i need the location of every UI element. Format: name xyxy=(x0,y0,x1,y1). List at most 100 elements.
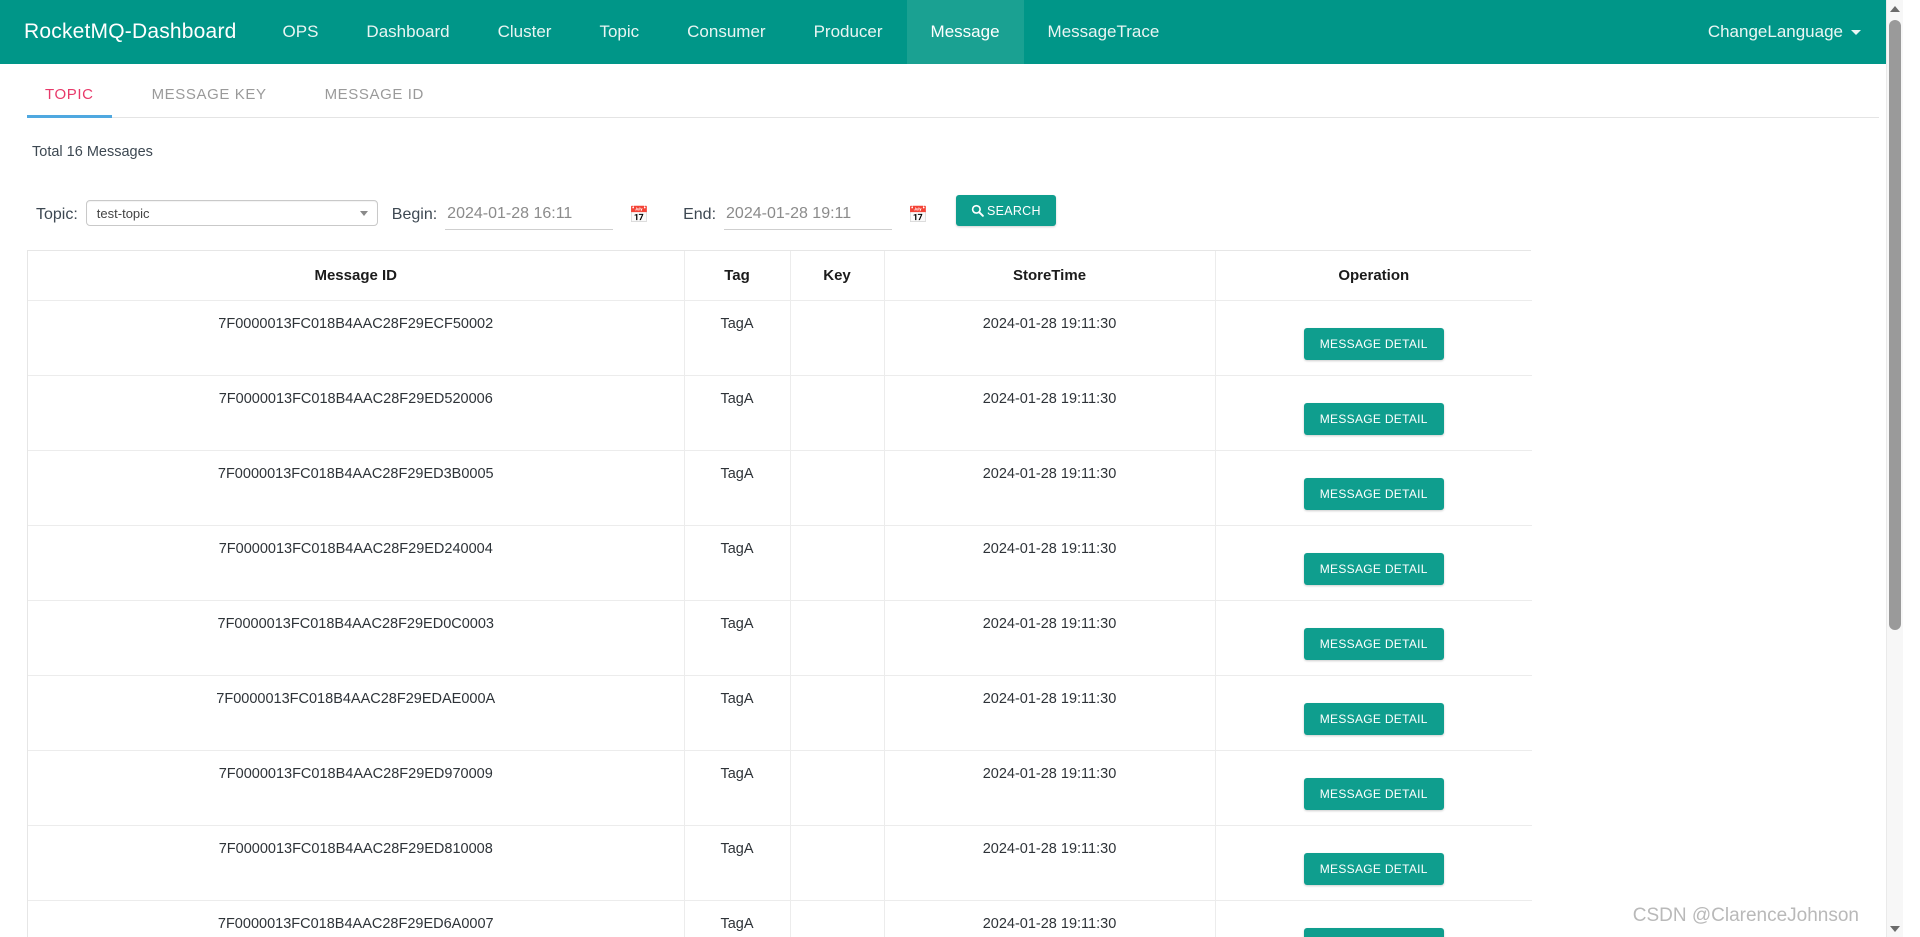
cell-operation: MESSAGE DETAIL xyxy=(1215,450,1532,526)
begin-label: Begin: xyxy=(391,206,438,223)
cell-message-id: 7F0000013FC018B4AAC28F29ED810008 xyxy=(28,825,685,901)
scroll-down-arrow-icon[interactable] xyxy=(1887,920,1903,937)
change-language-menu[interactable]: ChangeLanguage xyxy=(1708,22,1861,42)
table-row: 7F0000013FC018B4AAC28F29ED970009 TagA 2024… xyxy=(28,750,1532,826)
column-header-operation: Operation xyxy=(1215,251,1532,301)
cell-operation: MESSAGE DETAIL xyxy=(1215,300,1532,376)
cell-store-time: 2024-01-28 19:11:30 xyxy=(884,600,1216,676)
cell-store-time: 2024-01-28 19:11:30 xyxy=(884,750,1216,826)
cell-tag: TagA xyxy=(684,825,791,901)
top-navbar: RocketMQ-Dashboard OPS Dashboard Cluster To… xyxy=(0,0,1903,64)
watermark: CSDN @ClarenceJohnson xyxy=(1632,905,1859,926)
chevron-down-icon xyxy=(359,211,368,216)
message-detail-button[interactable]: MESSAGE DETAIL xyxy=(1303,778,1444,810)
nav-item-ops[interactable]: OPS xyxy=(259,0,343,64)
cell-message-id: 7F0000013FC018B4AAC28F29ED0C0003 xyxy=(28,600,685,676)
table-row: 7F0000013FC018B4AAC28F29ED240004 TagA 2024… xyxy=(28,525,1532,601)
cell-operation: MESSAGE DETAIL xyxy=(1215,600,1532,676)
message-detail-button[interactable]: MESSAGE DETAIL xyxy=(1303,928,1444,937)
nav-item-cluster[interactable]: Cluster xyxy=(474,0,576,64)
begin-date-input[interactable] xyxy=(445,205,614,230)
cell-message-id: 7F0000013FC018B4AAC28F29ED240004 xyxy=(28,525,685,601)
calendar-icon[interactable]: 📅 xyxy=(908,208,928,224)
search-icon xyxy=(971,204,984,217)
cell-store-time: 2024-01-28 19:11:30 xyxy=(884,525,1216,601)
message-table: Message ID Tag Key StoreTime Operation 7F000… xyxy=(28,251,1532,937)
column-header-tag: Tag xyxy=(684,251,791,301)
cell-message-id: 7F0000013FC018B4AAC28F29ED970009 xyxy=(28,750,685,826)
page-root: RocketMQ-Dashboard OPS Dashboard Cluster To… xyxy=(0,0,1903,937)
cell-key xyxy=(790,300,885,376)
table-row: 7F0000013FC018B4AAC28F29ED520006 TagA 2024… xyxy=(28,375,1532,451)
nav-items: OPS Dashboard Cluster Topic Consumer Producer… xyxy=(259,0,1184,64)
tab-bar: TOPIC MESSAGE KEY MESSAGE ID xyxy=(27,64,1879,118)
end-date-input[interactable] xyxy=(724,205,893,230)
chevron-down-icon xyxy=(1851,29,1861,35)
cell-operation: MESSAGE DETAIL xyxy=(1215,525,1532,601)
message-detail-button[interactable]: MESSAGE DETAIL xyxy=(1303,328,1444,360)
cell-store-time: 2024-01-28 19:11:30 xyxy=(884,300,1216,376)
scrollbar-thumb[interactable] xyxy=(1889,20,1901,630)
cell-tag: TagA xyxy=(684,300,791,376)
message-detail-button[interactable]: MESSAGE DETAIL xyxy=(1303,628,1444,660)
cell-tag: TagA xyxy=(684,375,791,451)
message-detail-button[interactable]: MESSAGE DETAIL xyxy=(1303,703,1444,735)
table-row: 7F0000013FC018B4AAC28F29ED810008 TagA 2024… xyxy=(28,825,1532,901)
table-row: 7F0000013FC018B4AAC28F29EDAE000A TagA 2024… xyxy=(28,675,1532,751)
vertical-scrollbar[interactable] xyxy=(1886,0,1903,937)
cell-key xyxy=(790,750,885,826)
cell-store-time: 2024-01-28 19:11:30 xyxy=(884,375,1216,451)
search-button-label: SEARCH xyxy=(986,203,1041,218)
message-detail-button[interactable]: MESSAGE DETAIL xyxy=(1303,553,1444,585)
cell-store-time: 2024-01-28 19:11:30 xyxy=(884,825,1216,901)
cell-operation: MESSAGE DETAIL xyxy=(1215,750,1532,826)
scroll-up-arrow-icon[interactable] xyxy=(1887,0,1903,17)
tab-message-id[interactable]: MESSAGE ID xyxy=(307,86,442,117)
topic-select[interactable]: test-topic xyxy=(85,200,378,226)
cell-message-id: 7F0000013FC018B4AAC28F29ED520006 xyxy=(28,375,685,451)
table-row: 7F0000013FC018B4AAC28F29ED3B0005 TagA 2024… xyxy=(28,450,1532,526)
navbar-right: ChangeLanguage xyxy=(1708,0,1861,64)
column-header-message-id: Message ID xyxy=(28,251,685,301)
cell-tag: TagA xyxy=(684,675,791,751)
nav-item-topic[interactable]: Topic xyxy=(575,0,663,64)
table-row: 7F0000013FC018B4AAC28F29ECF50002 TagA 2024… xyxy=(28,300,1532,376)
cell-store-time: 2024-01-28 19:11:30 xyxy=(884,900,1216,937)
cell-store-time: 2024-01-28 19:11:30 xyxy=(884,675,1216,751)
change-language-label: ChangeLanguage xyxy=(1707,22,1843,41)
topic-select-value: test-topic xyxy=(96,205,150,221)
cell-key xyxy=(790,675,885,751)
table-row: 7F0000013FC018B4AAC28F29ED0C0003 TagA 2024… xyxy=(28,600,1532,676)
cell-tag: TagA xyxy=(684,900,791,937)
table-head: Message ID Tag Key StoreTime Operation xyxy=(28,251,1532,301)
nav-item-producer[interactable]: Producer xyxy=(790,0,907,64)
topic-label: Topic: xyxy=(36,206,78,223)
brand-logo[interactable]: RocketMQ-Dashboard xyxy=(0,0,259,64)
cell-message-id: 7F0000013FC018B4AAC28F29ED6A0007 xyxy=(28,900,685,937)
cell-key xyxy=(790,600,885,676)
message-detail-button[interactable]: MESSAGE DETAIL xyxy=(1303,403,1444,435)
total-messages-label: Total 16 Messages xyxy=(32,144,153,160)
nav-item-consumer[interactable]: Consumer xyxy=(663,0,789,64)
message-detail-button[interactable]: MESSAGE DETAIL xyxy=(1303,853,1444,885)
tab-message-key[interactable]: MESSAGE KEY xyxy=(134,86,285,117)
nav-item-messagetrace[interactable]: MessageTrace xyxy=(1024,0,1184,64)
cell-operation: MESSAGE DETAIL xyxy=(1215,375,1532,451)
column-header-key: Key xyxy=(790,251,885,301)
cell-tag: TagA xyxy=(684,750,791,826)
table-body: 7F0000013FC018B4AAC28F29ECF50002 TagA 2024… xyxy=(28,300,1532,937)
calendar-icon[interactable]: 📅 xyxy=(629,208,649,224)
cell-operation: MESSAGE DETAIL xyxy=(1215,900,1532,937)
end-label: End: xyxy=(683,206,717,223)
table-header-row: Message ID Tag Key StoreTime Operation xyxy=(28,251,1532,301)
nav-item-dashboard[interactable]: Dashboard xyxy=(342,0,473,64)
message-detail-button[interactable]: MESSAGE DETAIL xyxy=(1303,478,1444,510)
search-button[interactable]: SEARCH xyxy=(955,195,1056,226)
search-form: Topic: test-topic Begin: 📅 End: 📅 SEARCH xyxy=(36,186,1903,230)
tab-topic[interactable]: TOPIC xyxy=(27,86,112,118)
cell-tag: TagA xyxy=(684,600,791,676)
column-header-storetime: StoreTime xyxy=(884,251,1216,301)
cell-operation: MESSAGE DETAIL xyxy=(1215,675,1532,751)
cell-message-id: 7F0000013FC018B4AAC28F29EDAE000A xyxy=(28,675,685,751)
nav-item-message[interactable]: Message xyxy=(906,0,1024,64)
